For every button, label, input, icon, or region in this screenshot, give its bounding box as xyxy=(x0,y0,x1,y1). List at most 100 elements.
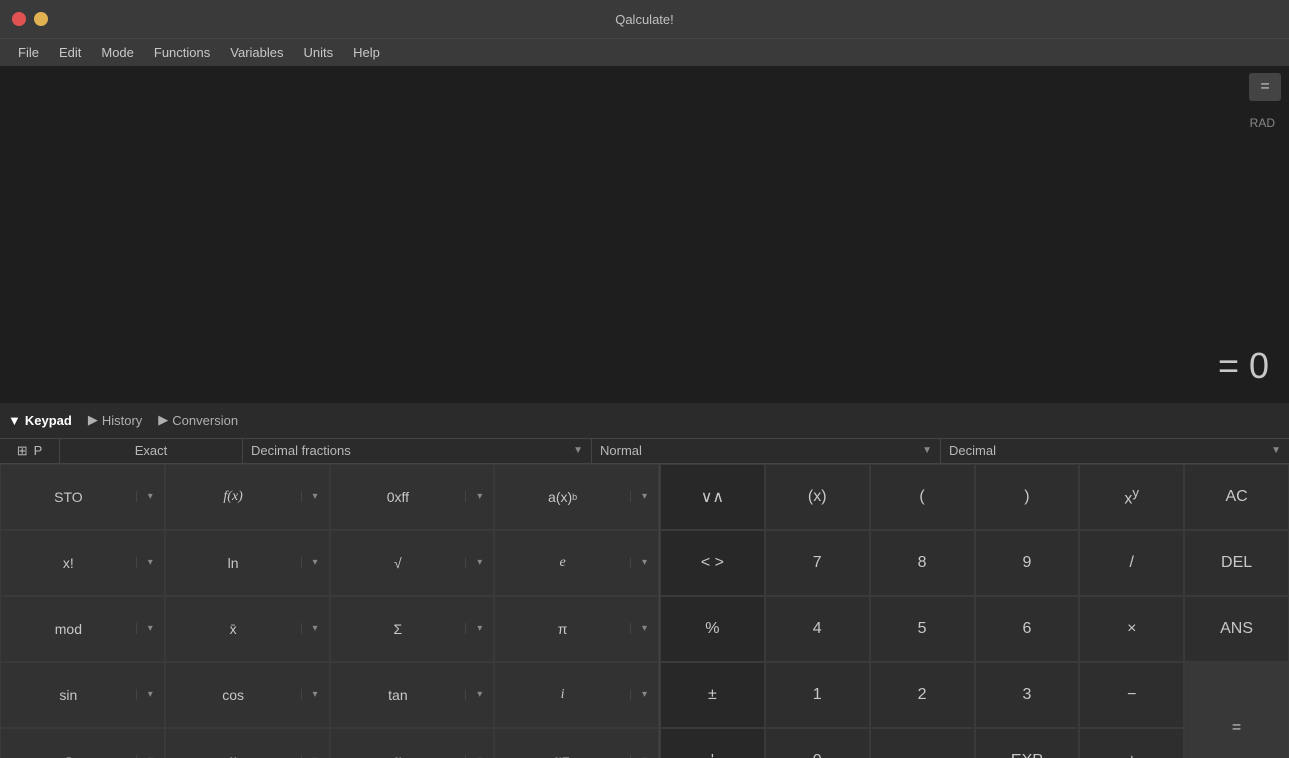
close-button[interactable] xyxy=(12,12,26,26)
key-e-arrow[interactable]: ▾ xyxy=(630,557,658,568)
key-plus[interactable]: + xyxy=(1079,728,1184,758)
menu-variables[interactable]: Variables xyxy=(220,43,293,62)
tab-conversion[interactable]: ▶ Conversion xyxy=(158,412,238,428)
key-equals[interactable]: = xyxy=(1184,662,1289,758)
key-xbar-label: x̄ xyxy=(166,621,301,637)
key-factorial-arrow[interactable]: ▾ xyxy=(136,557,164,568)
key-sqrt[interactable]: √ ▾ xyxy=(330,530,495,596)
key-equals-label: = xyxy=(1232,719,1241,737)
exact-label: Exact xyxy=(135,443,168,458)
key-5[interactable]: 5 xyxy=(870,596,975,662)
equals-button[interactable]: = xyxy=(1249,73,1281,101)
key-0[interactable]: 0 xyxy=(765,728,870,758)
key-fx-label: f(x) xyxy=(166,489,301,505)
input-area: = xyxy=(0,66,1289,108)
decimal-dropdown[interactable]: Decimal ▼ xyxy=(941,439,1289,463)
key-sigma-label: Σ xyxy=(331,621,466,637)
key-e[interactable]: e ▾ xyxy=(494,530,659,596)
tab-keypad[interactable]: ▼ Keypad xyxy=(8,413,72,428)
minimize-button[interactable] xyxy=(34,12,48,26)
key-sigma-arrow[interactable]: ▾ xyxy=(465,623,493,634)
key-axb[interactable]: a(x)b ▾ xyxy=(494,464,659,530)
key-z[interactable]: z ▾ xyxy=(0,728,165,758)
menu-edit[interactable]: Edit xyxy=(49,43,91,62)
key-percent[interactable]: % xyxy=(660,596,765,662)
decfrac-label: Decimal fractions xyxy=(251,443,351,458)
key-sqrt-label: √ xyxy=(331,555,466,571)
key-dot-label: . xyxy=(920,752,924,758)
key-tan[interactable]: tan ▾ xyxy=(330,662,495,728)
key-4[interactable]: 4 xyxy=(765,596,870,662)
key-quote[interactable]: ' xyxy=(660,728,765,758)
key-7[interactable]: 7 xyxy=(765,530,870,596)
key-0-label: 0 xyxy=(813,752,822,758)
key-nav[interactable]: < > xyxy=(660,530,765,596)
key-sin[interactable]: sin ▾ xyxy=(0,662,165,728)
key-6[interactable]: 6 xyxy=(975,596,1080,662)
key-dot[interactable]: . xyxy=(870,728,975,758)
key-multiply[interactable]: × xyxy=(1079,596,1184,662)
key-pi[interactable]: π ▾ xyxy=(494,596,659,662)
menu-mode[interactable]: Mode xyxy=(91,43,144,62)
key-fx[interactable]: f(x) ▾ xyxy=(165,464,330,530)
menu-units[interactable]: Units xyxy=(294,43,344,62)
key-mod-arrow[interactable]: ▾ xyxy=(136,623,164,634)
key-sin-arrow[interactable]: ▾ xyxy=(136,689,164,700)
key-power[interactable]: xy xyxy=(1079,464,1184,530)
key-factorial[interactable]: x! ▾ xyxy=(0,530,165,596)
key-minus[interactable]: − xyxy=(1079,662,1184,728)
expression-input[interactable] xyxy=(10,74,1239,92)
key-open-paren[interactable]: ( xyxy=(870,464,975,530)
key-tan-arrow[interactable]: ▾ xyxy=(465,689,493,700)
menu-help[interactable]: Help xyxy=(343,43,390,62)
tab-history[interactable]: ▶ History xyxy=(88,412,142,428)
key-2[interactable]: 2 xyxy=(870,662,975,728)
key-ans[interactable]: ANS xyxy=(1184,596,1289,662)
key-percent-label: % xyxy=(705,620,719,638)
key-i[interactable]: i ▾ xyxy=(494,662,659,728)
grid-toggle[interactable]: ⊞ P xyxy=(0,439,60,463)
key-divide[interactable]: / xyxy=(1079,530,1184,596)
key-xbar-arrow[interactable]: ▾ xyxy=(301,623,329,634)
key-axb-arrow[interactable]: ▾ xyxy=(630,491,658,502)
key-ln[interactable]: ln ▾ xyxy=(165,530,330,596)
exact-dropdown[interactable]: Exact xyxy=(60,439,243,463)
key-hex-arrow[interactable]: ▾ xyxy=(465,491,493,502)
key-hex[interactable]: 0xff ▾ xyxy=(330,464,495,530)
key-sto[interactable]: STO ▾ xyxy=(0,464,165,530)
key-fx-arrow[interactable]: ▾ xyxy=(301,491,329,502)
key-i-arrow[interactable]: ▾ xyxy=(630,689,658,700)
key-3[interactable]: 3 xyxy=(975,662,1080,728)
key-mod-label: mod xyxy=(1,621,136,637)
decfrac-dropdown[interactable]: Decimal fractions ▼ xyxy=(243,439,592,463)
key-close-paren[interactable]: ) xyxy=(975,464,1080,530)
key-6-label: 6 xyxy=(1022,620,1031,638)
menu-functions[interactable]: Functions xyxy=(144,43,220,62)
key-8[interactable]: 8 xyxy=(870,530,975,596)
key-plusminus[interactable]: ± xyxy=(660,662,765,728)
key-xbar[interactable]: x̄ ▾ xyxy=(165,596,330,662)
key-sigma[interactable]: Σ ▾ xyxy=(330,596,495,662)
key-del[interactable]: DEL xyxy=(1184,530,1289,596)
key-sto-arrow[interactable]: ▾ xyxy=(136,491,164,502)
key-scroll[interactable]: ∨ ∧ xyxy=(660,464,765,530)
key-paren-x[interactable]: (x) xyxy=(765,464,870,530)
key-mod[interactable]: mod ▾ xyxy=(0,596,165,662)
key-hex-label: 0xff xyxy=(331,489,466,505)
key-y[interactable]: y ▾ xyxy=(165,728,330,758)
key-cos-arrow[interactable]: ▾ xyxy=(301,689,329,700)
key-pi-arrow[interactable]: ▾ xyxy=(630,623,658,634)
key-ac-label: AC xyxy=(1225,488,1247,506)
key-9[interactable]: 9 xyxy=(975,530,1080,596)
key-1[interactable]: 1 xyxy=(765,662,870,728)
key-exp[interactable]: EXP xyxy=(975,728,1080,758)
grid-label: P xyxy=(34,443,43,458)
key-ac[interactable]: AC xyxy=(1184,464,1289,530)
key-x[interactable]: x ▾ xyxy=(330,728,495,758)
normal-dropdown[interactable]: Normal ▼ xyxy=(592,439,941,463)
menu-file[interactable]: File xyxy=(8,43,49,62)
key-xeq[interactable]: x= ▾ xyxy=(494,728,659,758)
key-cos[interactable]: cos ▾ xyxy=(165,662,330,728)
key-sqrt-arrow[interactable]: ▾ xyxy=(465,557,493,568)
key-ln-arrow[interactable]: ▾ xyxy=(301,557,329,568)
